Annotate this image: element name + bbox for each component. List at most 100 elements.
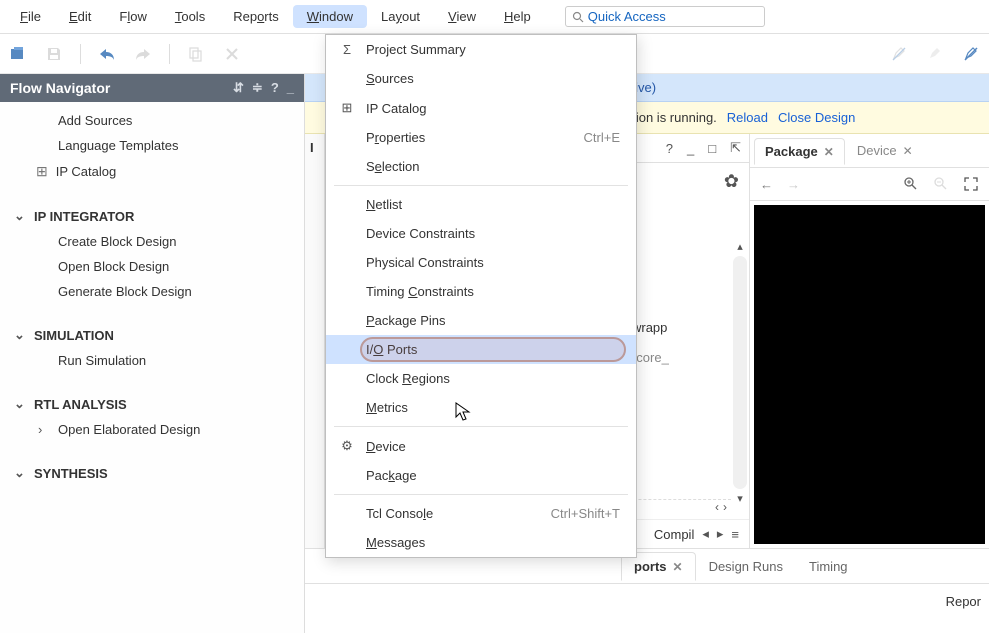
copy-icon[interactable]: [186, 44, 206, 64]
nav-create-block-design[interactable]: Create Block Design: [0, 229, 304, 254]
quick-access-wrap[interactable]: [565, 6, 765, 27]
menu-item-package[interactable]: Package: [326, 461, 636, 490]
menu-item-package-pins[interactable]: Package Pins: [326, 306, 636, 335]
menu-item-messages[interactable]: Messages: [326, 528, 636, 557]
redo-icon[interactable]: [133, 44, 153, 64]
nav-section-ip-integrator[interactable]: ⌄IP INTEGRATOR: [0, 203, 304, 229]
menu-item-tcl-console[interactable]: Tcl ConsoleCtrl+Shift+T: [326, 499, 636, 528]
nav-back-icon[interactable]: ←: [760, 177, 773, 192]
menu-edit[interactable]: Edit: [55, 5, 105, 28]
tab-menu-icon[interactable]: ≡: [731, 527, 739, 542]
close-design-link[interactable]: Close Design: [778, 110, 855, 125]
expand-icon[interactable]: ≑: [252, 80, 263, 96]
popout-icon[interactable]: ⇱: [730, 140, 741, 156]
menu-item-ip-catalog[interactable]: ⊞IP Catalog: [326, 93, 636, 123]
nav-section-simulation[interactable]: ⌄SIMULATION: [0, 322, 304, 348]
navigator-tree: Add Sources Language Templates ⊞IP Catal…: [0, 102, 304, 486]
menu-item-properties[interactable]: PropertiesCtrl+E: [326, 123, 636, 152]
menu-item-device[interactable]: ⚙Device: [326, 431, 636, 461]
menu-item-label: Selection: [360, 159, 620, 174]
nav-generate-block-design[interactable]: Generate Block Design: [0, 279, 304, 304]
unhighlight-icon[interactable]: [961, 44, 981, 64]
menu-item-label: Properties: [360, 130, 584, 145]
menu-tools[interactable]: Tools: [161, 5, 219, 28]
menu-item-clock-regions[interactable]: Clock Regions: [326, 364, 636, 393]
menu-reports[interactable]: Reports: [219, 5, 293, 28]
menu-item-label: Physical Constraints: [360, 255, 620, 270]
menu-item-icon: Σ: [334, 42, 360, 57]
quick-access-input[interactable]: [588, 9, 764, 24]
strip-letter: I: [310, 140, 314, 155]
menu-item-label: Project Summary: [360, 42, 620, 57]
delete-icon[interactable]: [222, 44, 242, 64]
zoom-fit-icon[interactable]: [963, 176, 979, 192]
compile-tab-fragment[interactable]: Compil: [654, 527, 694, 542]
nav-ip-catalog[interactable]: ⊞IP Catalog: [0, 158, 304, 185]
maximize-icon[interactable]: □: [708, 141, 716, 156]
menu-item-label: Package Pins: [360, 313, 620, 328]
menu-item-label: Device: [360, 439, 620, 454]
package-canvas[interactable]: [754, 205, 985, 544]
menu-item-label: Metrics: [360, 400, 620, 415]
menu-item-selection[interactable]: Selection: [326, 152, 636, 181]
menubar: File Edit Flow Tools Reports Window Layo…: [0, 0, 989, 34]
menu-item-timing-constraints[interactable]: Timing Constraints: [326, 277, 636, 306]
tab-device[interactable]: Device✕: [847, 138, 923, 163]
menu-view[interactable]: View: [434, 5, 490, 28]
help-icon[interactable]: ?: [666, 141, 673, 156]
tab-package[interactable]: Package✕: [754, 138, 845, 165]
menu-item-shortcut: Ctrl+E: [584, 130, 628, 145]
minimize-icon[interactable]: _: [287, 80, 294, 96]
nav-open-block-design[interactable]: Open Block Design: [0, 254, 304, 279]
menu-item-shortcut: Ctrl+Shift+T: [551, 506, 628, 521]
menu-item-label: Tcl Console: [360, 506, 551, 521]
minimize-icon[interactable]: _: [687, 141, 694, 156]
help-icon[interactable]: ?: [271, 80, 279, 96]
menu-item-device-constraints[interactable]: Device Constraints: [326, 219, 636, 248]
reload-link[interactable]: Reload: [727, 110, 768, 125]
toolbar-sep: [80, 44, 81, 64]
menu-item-physical-constraints[interactable]: Physical Constraints: [326, 248, 636, 277]
tab-right-icon[interactable]: ▸: [717, 526, 724, 542]
menu-item-i-o-ports[interactable]: I/O Ports: [326, 335, 636, 364]
nav-fwd-icon[interactable]: →: [787, 177, 800, 192]
close-icon[interactable]: ✕: [903, 144, 913, 158]
new-icon[interactable]: [8, 44, 28, 64]
nav-section-rtl[interactable]: ⌄RTL ANALYSIS: [0, 391, 304, 417]
menu-file[interactable]: File: [6, 5, 55, 28]
highlight-icon[interactable]: [925, 44, 945, 64]
menu-item-project-summary[interactable]: ΣProject Summary: [326, 35, 636, 64]
gear-icon[interactable]: ✿: [724, 171, 739, 192]
flow-navigator-header: Flow Navigator ⇵ ≑ ? _: [0, 74, 304, 102]
highlight-off-icon[interactable]: [889, 44, 909, 64]
zoom-in-icon[interactable]: [903, 176, 919, 192]
save-icon[interactable]: [44, 44, 64, 64]
zoom-out-icon[interactable]: [933, 176, 949, 192]
nav-run-simulation[interactable]: Run Simulation: [0, 348, 304, 373]
menu-window[interactable]: Window: [293, 5, 367, 28]
close-icon[interactable]: ✕: [824, 145, 834, 159]
nav-language-templates[interactable]: Language Templates: [0, 133, 304, 158]
window-menu-dropdown: ΣProject SummarySources⊞IP CatalogProper…: [325, 34, 637, 558]
menu-separator: [334, 426, 628, 427]
menu-item-sources[interactable]: Sources: [326, 64, 636, 93]
menu-flow[interactable]: Flow: [105, 5, 160, 28]
vertical-scrollbar[interactable]: ▴ ▾: [733, 256, 747, 489]
nav-add-sources[interactable]: Add Sources: [0, 108, 304, 133]
close-icon[interactable]: ✕: [673, 560, 683, 574]
collapse-icon[interactable]: ⇵: [233, 80, 244, 96]
menu-help[interactable]: Help: [490, 5, 545, 28]
menu-layout[interactable]: Layout: [367, 5, 434, 28]
menu-item-netlist[interactable]: Netlist: [326, 190, 636, 219]
scroll-down-icon[interactable]: ▾: [733, 492, 747, 505]
undo-icon[interactable]: [97, 44, 117, 64]
menu-item-metrics[interactable]: Metrics: [326, 393, 636, 422]
nav-open-elaborated-design[interactable]: ›Open Elaborated Design: [0, 417, 304, 442]
tab-timing[interactable]: Timing: [796, 552, 861, 581]
running-text-fragment: ation is running.: [625, 110, 717, 125]
tab-design-runs[interactable]: Design Runs: [696, 552, 796, 581]
menu-item-label: Messages: [360, 535, 620, 550]
tab-left-icon[interactable]: ◂: [702, 526, 709, 542]
scroll-up-icon[interactable]: ▴: [733, 240, 747, 253]
nav-section-synthesis[interactable]: ⌄SYNTHESIS: [0, 460, 304, 486]
